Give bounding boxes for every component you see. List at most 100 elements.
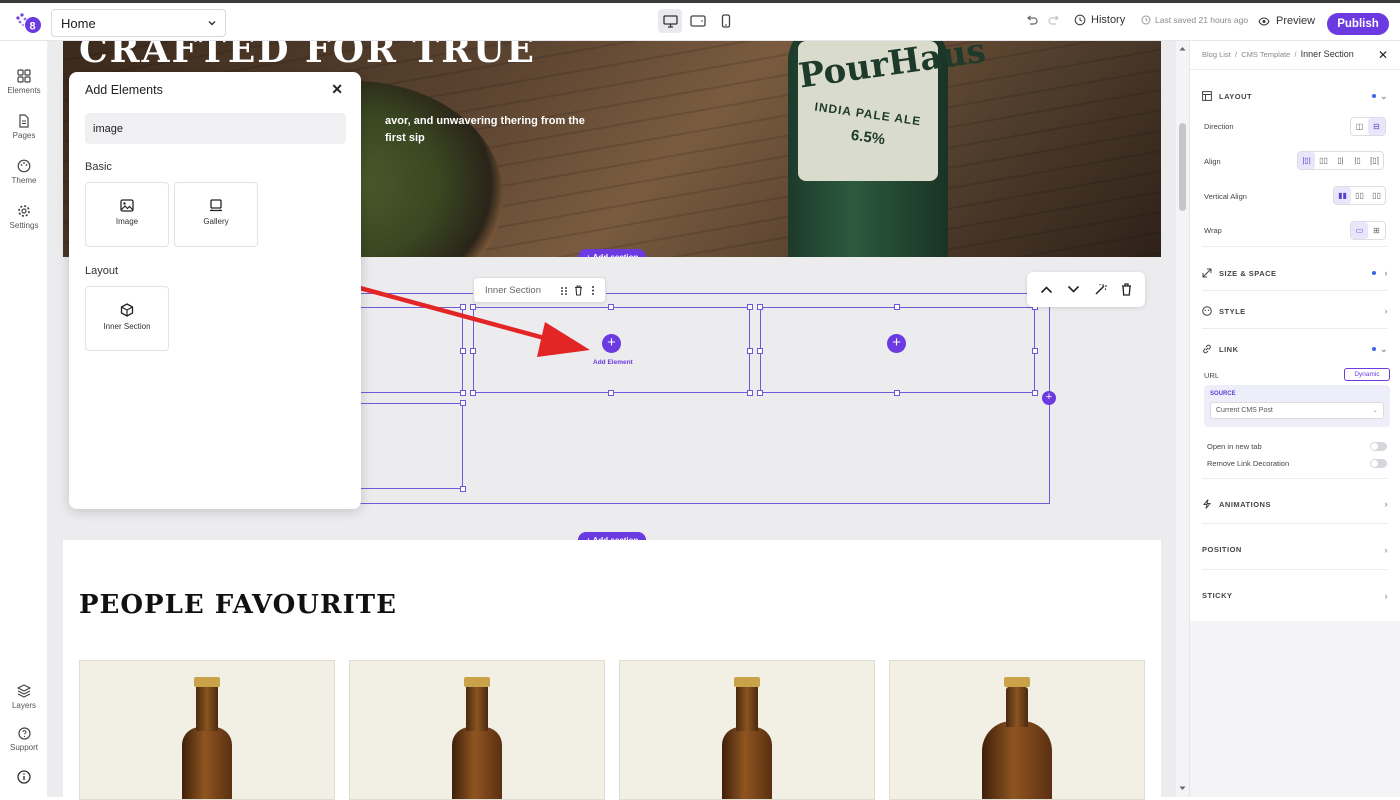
position-section-header[interactable]: POSITION › xyxy=(1202,545,1388,555)
resize-handle[interactable] xyxy=(894,304,900,310)
nowrap-option[interactable]: ▭ xyxy=(1351,222,1368,239)
publish-button[interactable]: Publish xyxy=(1327,13,1389,35)
resize-handle[interactable] xyxy=(460,486,466,492)
resize-handle[interactable] xyxy=(747,304,753,310)
element-search-input[interactable] xyxy=(85,113,346,144)
sticky-section-header[interactable]: STICKY › xyxy=(1202,591,1388,601)
gallery-element-tile[interactable]: Gallery xyxy=(174,182,258,247)
source-box: SOURCE Current CMS Post ⌄ xyxy=(1204,385,1390,427)
breadcrumb-item[interactable]: Blog List xyxy=(1202,50,1231,59)
align-start-option[interactable]: |▯| xyxy=(1298,152,1315,169)
resize-handle[interactable] xyxy=(1032,348,1038,354)
inner-section-element-tile[interactable]: Inner Section xyxy=(85,286,169,351)
column-outline[interactable] xyxy=(360,307,463,393)
size-space-section-header[interactable]: SIZE & SPACE › xyxy=(1202,268,1388,278)
resize-handle[interactable] xyxy=(608,304,614,310)
sidebar-item-settings[interactable]: Settings xyxy=(0,204,48,230)
product-card[interactable] xyxy=(79,660,335,800)
image-element-tile[interactable]: Image xyxy=(85,182,169,247)
selected-element-tag[interactable]: Inner Section xyxy=(473,277,606,303)
link-section-header[interactable]: LINK ⌄ xyxy=(1202,344,1388,354)
scrollbar-thumb[interactable] xyxy=(1179,123,1186,211)
scroll-up-icon[interactable] xyxy=(1179,46,1186,51)
breadcrumb-item[interactable]: CMS Template xyxy=(1241,50,1290,59)
resize-handle[interactable] xyxy=(470,390,476,396)
history-button[interactable]: History xyxy=(1074,14,1125,26)
resize-handle[interactable] xyxy=(608,390,614,396)
redo-icon[interactable] xyxy=(1048,15,1061,27)
column-outline[interactable] xyxy=(360,403,463,489)
close-icon[interactable]: ✕ xyxy=(1378,48,1388,62)
mobile-view-button[interactable] xyxy=(714,9,738,33)
desktop-view-button[interactable] xyxy=(658,9,682,33)
resize-handle[interactable] xyxy=(460,390,466,396)
layout-section-header[interactable]: LAYOUT ⌄ xyxy=(1202,91,1388,101)
align-around-option[interactable]: [▯] xyxy=(1366,152,1383,169)
resize-handle[interactable] xyxy=(747,348,753,354)
app-logo[interactable]: 8 xyxy=(14,11,42,35)
direction-row-option[interactable]: ◫ xyxy=(1351,118,1368,135)
dynamic-toggle-button[interactable]: Dynamic xyxy=(1344,368,1390,381)
hero-text[interactable]: avor, and unwavering thering from the fi… xyxy=(385,113,585,147)
remove-decoration-toggle[interactable] xyxy=(1370,459,1387,468)
preview-button[interactable]: Preview xyxy=(1258,15,1315,27)
grid-icon xyxy=(17,69,31,83)
add-element-button[interactable]: + xyxy=(602,334,621,353)
product-card[interactable] xyxy=(889,660,1145,800)
add-element-button[interactable]: + xyxy=(887,334,906,353)
valign-top-option[interactable]: ▮▮ xyxy=(1334,187,1351,204)
beer-bottle-image xyxy=(182,677,232,799)
tablet-view-button[interactable] xyxy=(686,9,710,33)
products-title[interactable]: PEOPLE FAVOURITE xyxy=(79,590,397,620)
animations-section-header[interactable]: ANIMATIONS › xyxy=(1202,499,1388,509)
tile-label: Gallery xyxy=(203,217,229,226)
product-card[interactable] xyxy=(619,660,875,800)
sidebar-item-support[interactable]: Support xyxy=(0,727,48,752)
chevron-up-icon[interactable] xyxy=(1040,285,1053,294)
resize-handle[interactable] xyxy=(757,348,763,354)
preview-label: Preview xyxy=(1276,15,1316,27)
sidebar-item-elements[interactable]: Elements xyxy=(0,69,48,95)
resize-handle[interactable] xyxy=(460,348,466,354)
valign-center-option[interactable]: ▯▯ xyxy=(1351,187,1368,204)
resize-handle[interactable] xyxy=(460,400,466,406)
trash-icon[interactable] xyxy=(574,285,583,296)
info-button[interactable] xyxy=(0,770,48,787)
resize-handle[interactable] xyxy=(1032,390,1038,396)
undo-icon[interactable] xyxy=(1025,15,1038,27)
scroll-down-icon[interactable] xyxy=(1179,786,1186,791)
add-column-button[interactable]: + xyxy=(1042,391,1056,405)
tile-label: Inner Section xyxy=(103,322,151,331)
source-select[interactable]: Current CMS Post ⌄ xyxy=(1210,402,1384,419)
sidebar-item-pages[interactable]: Pages xyxy=(0,114,48,140)
resize-handle[interactable] xyxy=(894,390,900,396)
chevron-down-icon[interactable] xyxy=(1067,285,1080,294)
align-between-option[interactable]: |▯ xyxy=(1349,152,1366,169)
wrap-option[interactable]: ⊞ xyxy=(1368,222,1385,239)
style-section-header[interactable]: STYLE › xyxy=(1202,306,1388,316)
resize-handle[interactable] xyxy=(757,304,763,310)
hero-title[interactable]: CRAFTED FOR TRUE xyxy=(79,41,536,71)
close-icon[interactable]: ✕ xyxy=(331,81,343,98)
align-control: |▯| ▯▯ ▯| |▯ [▯] xyxy=(1297,151,1384,170)
align-center-option[interactable]: ▯▯ xyxy=(1315,152,1332,169)
resize-handle[interactable] xyxy=(470,304,476,310)
trash-icon[interactable] xyxy=(1121,283,1132,296)
align-end-option[interactable]: ▯| xyxy=(1332,152,1349,169)
resize-handle[interactable] xyxy=(747,390,753,396)
resize-handle[interactable] xyxy=(470,348,476,354)
page-select[interactable]: Home xyxy=(51,9,226,37)
resize-handle[interactable] xyxy=(757,390,763,396)
canvas-scrollbar[interactable] xyxy=(1176,41,1189,797)
drag-handle-icon[interactable] xyxy=(560,286,568,296)
more-vertical-icon[interactable] xyxy=(591,285,595,296)
open-new-tab-toggle[interactable] xyxy=(1370,442,1387,451)
sidebar-item-theme[interactable]: Theme xyxy=(0,159,48,185)
direction-column-option[interactable]: ⊟ xyxy=(1368,118,1385,135)
products-section[interactable]: PEOPLE FAVOURITE xyxy=(63,540,1161,800)
sidebar-item-layers[interactable]: Layers xyxy=(0,684,48,710)
resize-handle[interactable] xyxy=(460,304,466,310)
valign-bottom-option[interactable]: ▯▯ xyxy=(1368,187,1385,204)
magic-wand-icon[interactable] xyxy=(1094,283,1107,296)
product-card[interactable] xyxy=(349,660,605,800)
